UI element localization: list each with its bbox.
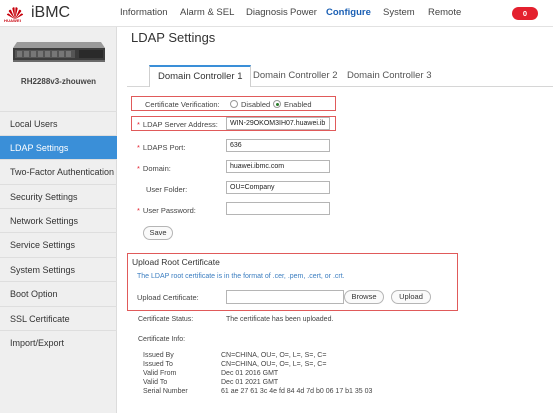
tab-domain-controller-2[interactable]: Domain Controller 2 xyxy=(249,65,341,87)
brand-label: HUAWEI xyxy=(4,18,22,23)
upload-button[interactable]: Upload xyxy=(391,290,431,304)
alert-count-badge[interactable]: 0 xyxy=(512,7,538,20)
issued-by-key: Issued By xyxy=(143,352,174,359)
server-address-label: * LDAP Server Address: xyxy=(137,120,218,129)
cert-verification-label: Certificate Verification: xyxy=(145,100,220,109)
browse-button[interactable]: Browse xyxy=(344,290,384,304)
valid-to-value: Dec 01 2021 GMT xyxy=(221,379,279,386)
certificate-info-label: Certificate Info: xyxy=(138,336,186,343)
sidebar-item-network-settings[interactable]: Network Settings xyxy=(0,208,117,232)
sidebar-item-local-users[interactable]: Local Users xyxy=(0,111,117,135)
domain-label-text: Domain: xyxy=(142,164,171,173)
serial-number-key: Serial Number xyxy=(143,388,188,395)
sidebar-item-system-settings[interactable]: System Settings xyxy=(0,257,117,281)
server-icon xyxy=(13,42,105,62)
cert-disabled-label[interactable]: Disabled xyxy=(241,100,270,109)
upload-format-note: The LDAP root certificate is in the form… xyxy=(137,273,345,280)
server-address-label-text: LDAP Server Address: xyxy=(142,120,218,129)
issued-to-value: CN=CHINA, OU=, O=, L=, S=, C= xyxy=(221,361,327,368)
certificate-status-label: Certificate Status: xyxy=(138,316,194,323)
valid-to-key: Valid To xyxy=(143,379,168,386)
nav-power[interactable]: Power xyxy=(290,0,317,27)
page-title: LDAP Settings xyxy=(131,30,216,45)
certificate-file-input[interactable] xyxy=(226,290,344,304)
nav-information[interactable]: Information xyxy=(120,0,168,27)
domain-label: * Domain: xyxy=(137,164,171,173)
sidebar-item-import-export[interactable]: Import/Export xyxy=(0,330,117,354)
valid-from-value: Dec 01 2016 GMT xyxy=(221,370,279,377)
user-folder-label: User Folder: xyxy=(146,185,188,194)
required-marker: * xyxy=(137,206,140,215)
nav-configure[interactable]: Configure xyxy=(326,0,371,27)
user-folder-input[interactable]: OU=Company xyxy=(226,181,330,194)
tab-domain-controller-1[interactable]: Domain Controller 1 xyxy=(149,65,252,87)
cert-enabled-radio[interactable] xyxy=(273,100,281,108)
required-marker: * xyxy=(137,120,140,129)
sidebar-item-security-settings[interactable]: Security Settings xyxy=(0,184,117,208)
server-name: RH2288v3-zhouwen xyxy=(20,77,97,86)
upload-certificate-label: Upload Certificate: xyxy=(137,293,199,302)
cert-disabled-radio[interactable] xyxy=(230,100,238,108)
huawei-logo[interactable]: HUAWEI iBMC xyxy=(4,3,104,24)
ldaps-port-label: * LDAPS Port: xyxy=(137,143,185,152)
user-password-input[interactable] xyxy=(226,202,330,215)
top-bar: HUAWEI iBMC Information Alarm & SEL Diag… xyxy=(0,0,553,27)
user-password-label: * User Password: xyxy=(137,206,196,215)
save-button[interactable]: Save xyxy=(143,226,173,240)
nav-diagnosis[interactable]: Diagnosis xyxy=(246,0,288,27)
sidebar-item-two-factor-authentication[interactable]: Two-Factor Authentication xyxy=(0,159,117,183)
upload-section-title: Upload Root Certificate xyxy=(132,257,220,267)
cert-enabled-label[interactable]: Enabled xyxy=(284,100,312,109)
required-marker: * xyxy=(137,164,140,173)
server-address-input[interactable]: WIN-29OKOM3IH07.huawei.ib xyxy=(226,117,330,130)
app-name: iBMC xyxy=(31,4,71,21)
tab-bar: Domain Controller 1 Domain Controller 2 … xyxy=(127,51,553,93)
domain-input[interactable]: huawei.ibmc.com xyxy=(226,160,330,173)
sidebar-item-boot-option[interactable]: Boot Option xyxy=(0,281,117,305)
sidebar-item-ldap-settings[interactable]: LDAP Settings xyxy=(0,135,117,159)
nav-alarm-sel[interactable]: Alarm & SEL xyxy=(180,0,234,27)
ldaps-port-label-text: LDAPS Port: xyxy=(142,143,186,152)
tab-domain-controller-3[interactable]: Domain Controller 3 xyxy=(343,65,435,87)
issued-to-key: Issued To xyxy=(143,361,173,368)
sidebar: RH2288v3-zhouwen Local Users LDAP Settin… xyxy=(0,27,117,413)
serial-number-value: 61 ae 27 61 3c 4e fd 84 4d 7d b0 06 17 b… xyxy=(221,388,373,395)
nav-system[interactable]: System xyxy=(383,0,415,27)
certificate-status-value: The certificate has been uploaded. xyxy=(226,316,334,323)
required-marker: * xyxy=(137,143,140,152)
user-password-label-text: User Password: xyxy=(142,206,196,215)
nav-remote[interactable]: Remote xyxy=(428,0,461,27)
sidebar-item-service-settings[interactable]: Service Settings xyxy=(0,232,117,256)
issued-by-value: CN=CHINA, OU=, O=, L=, S=, C= xyxy=(221,352,327,359)
valid-from-key: Valid From xyxy=(143,370,177,377)
ldaps-port-input[interactable]: 636 xyxy=(226,139,330,152)
sidebar-item-ssl-certificate[interactable]: SSL Certificate xyxy=(0,306,117,330)
